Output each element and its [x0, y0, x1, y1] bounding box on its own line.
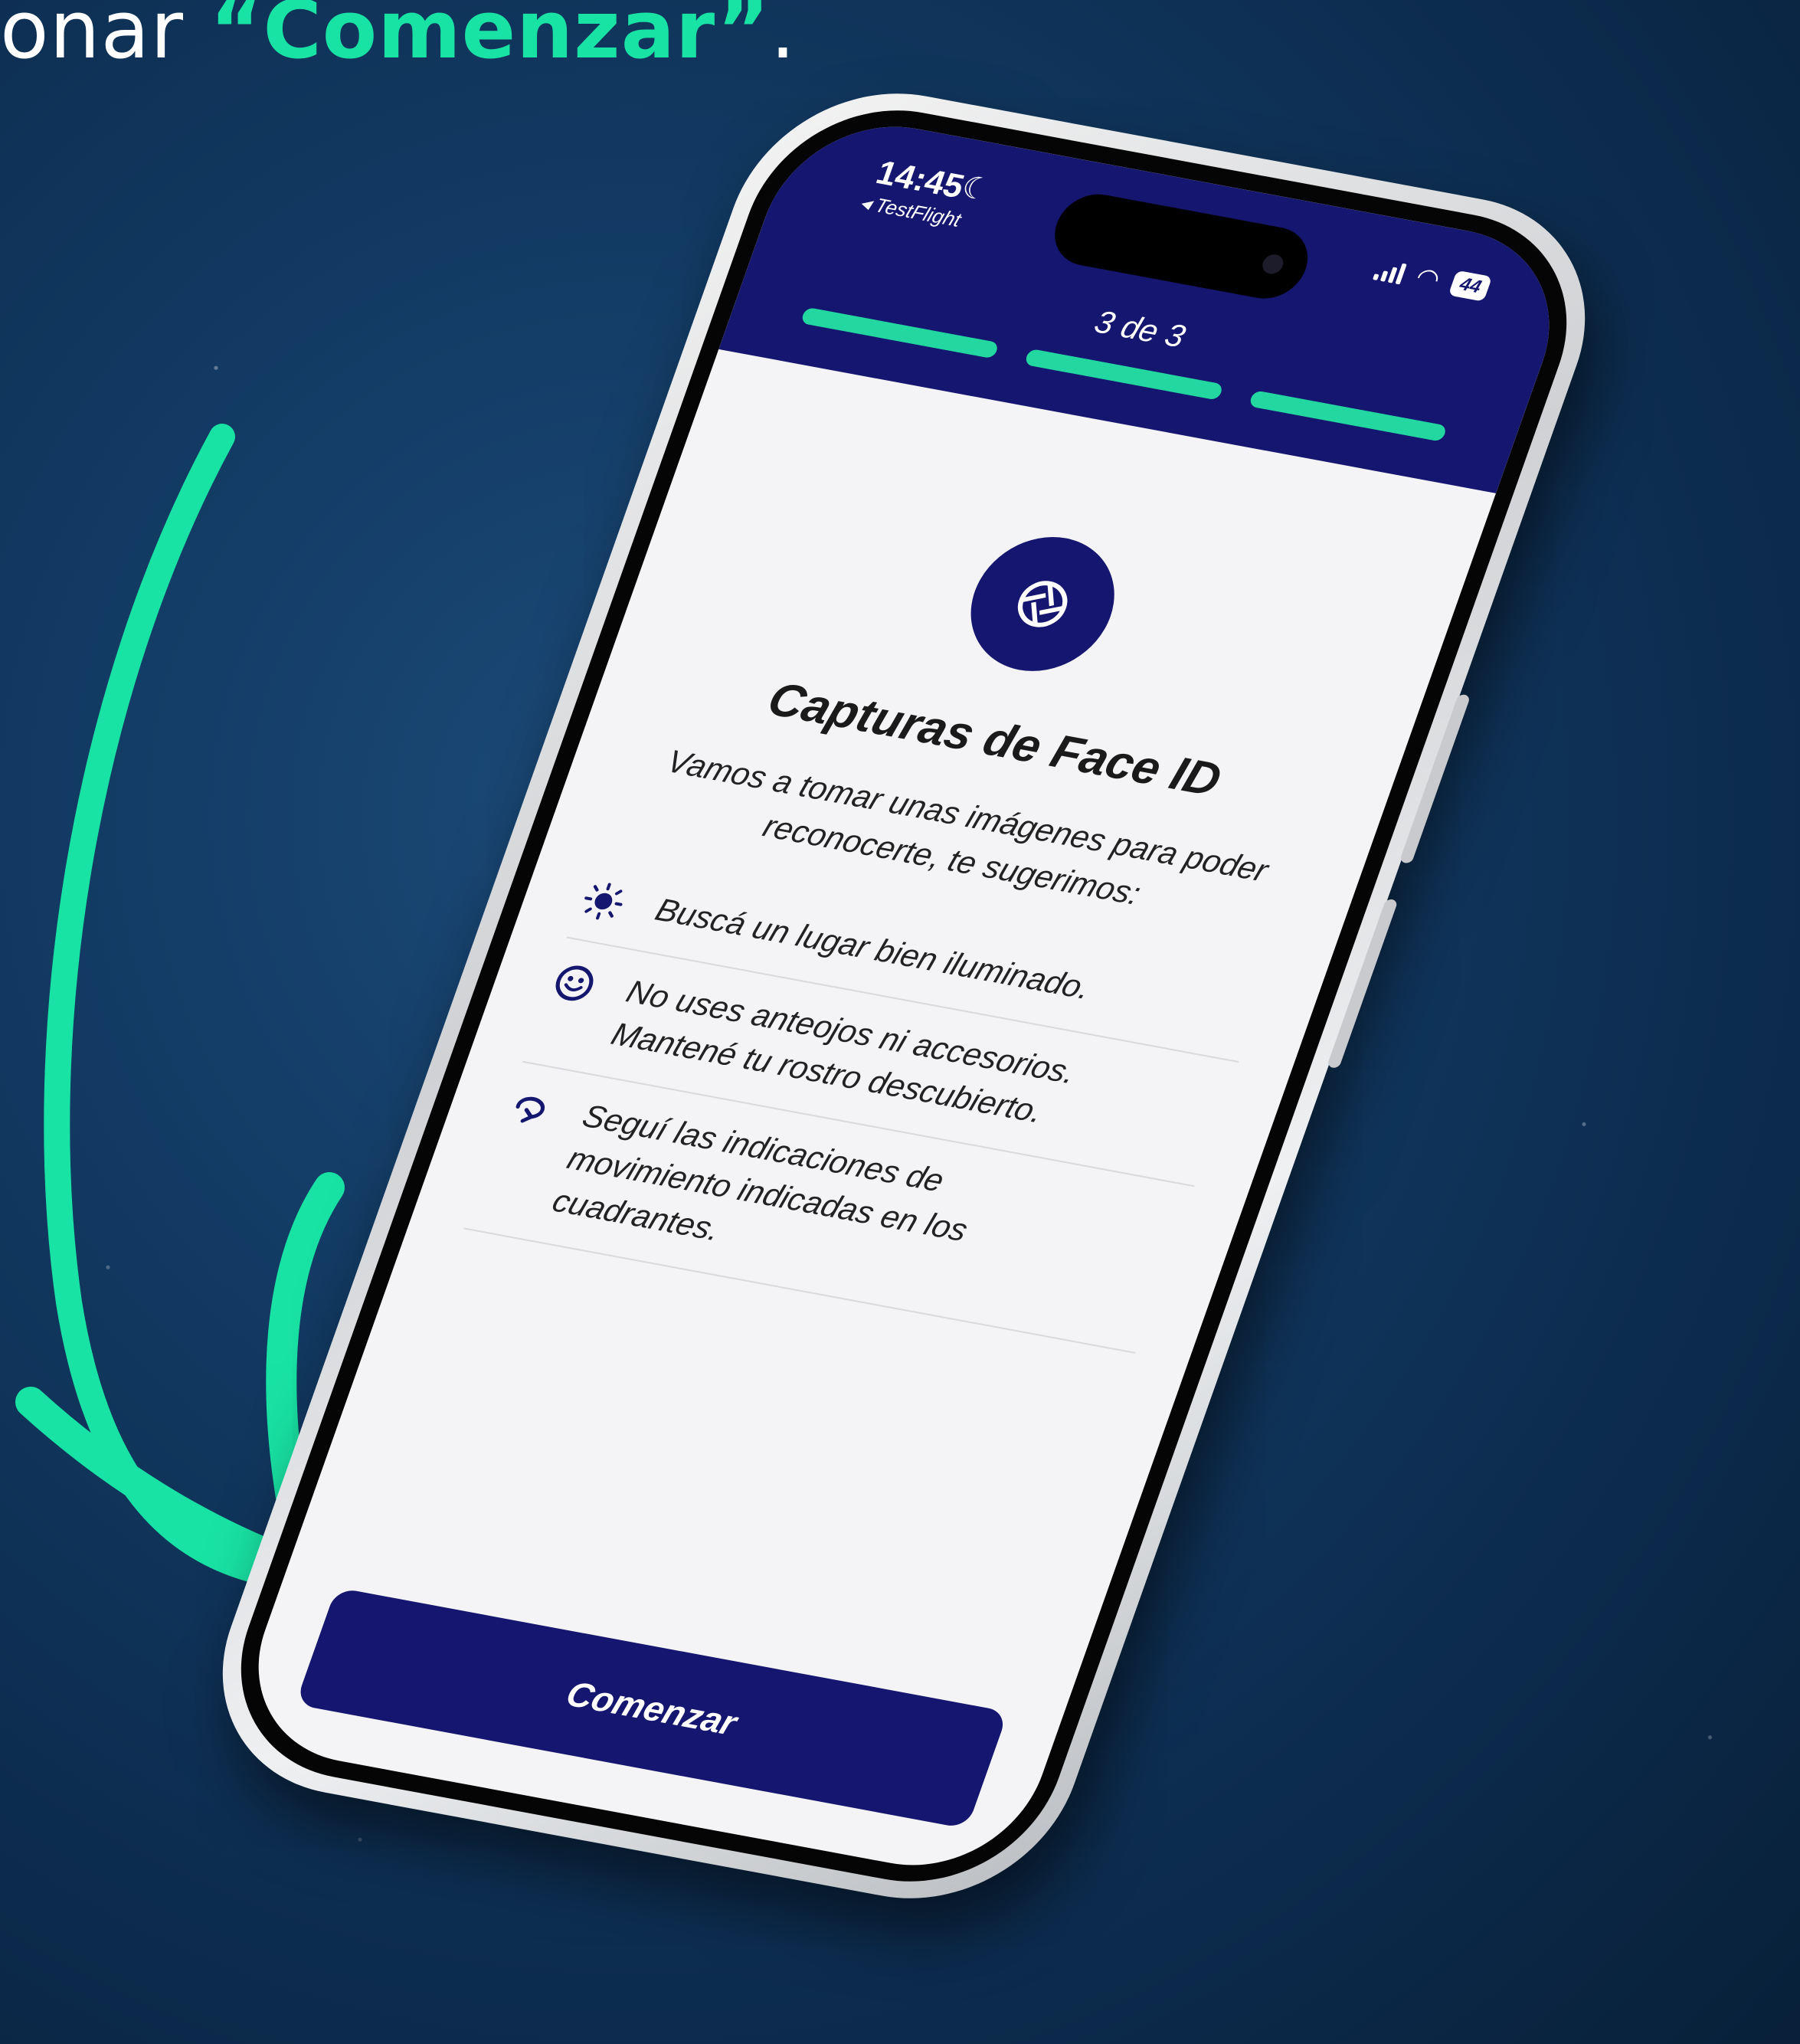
- front-camera-icon: [1259, 253, 1286, 276]
- status-icons: ◠ 44: [1371, 254, 1493, 303]
- camera-aperture-icon: [951, 526, 1134, 683]
- dynamic-island: [1044, 188, 1318, 305]
- tips-list: Buscá un lugar bien iluminado. No uses a…: [463, 856, 1268, 1354]
- signal-icon: [1372, 257, 1408, 285]
- sun-icon: [574, 873, 635, 924]
- wifi-icon: ◠: [1412, 262, 1445, 294]
- battery-icon: 44: [1448, 270, 1493, 302]
- rotate-arrow-icon: [501, 1080, 561, 1131]
- smiley-face-icon: [545, 955, 606, 1006]
